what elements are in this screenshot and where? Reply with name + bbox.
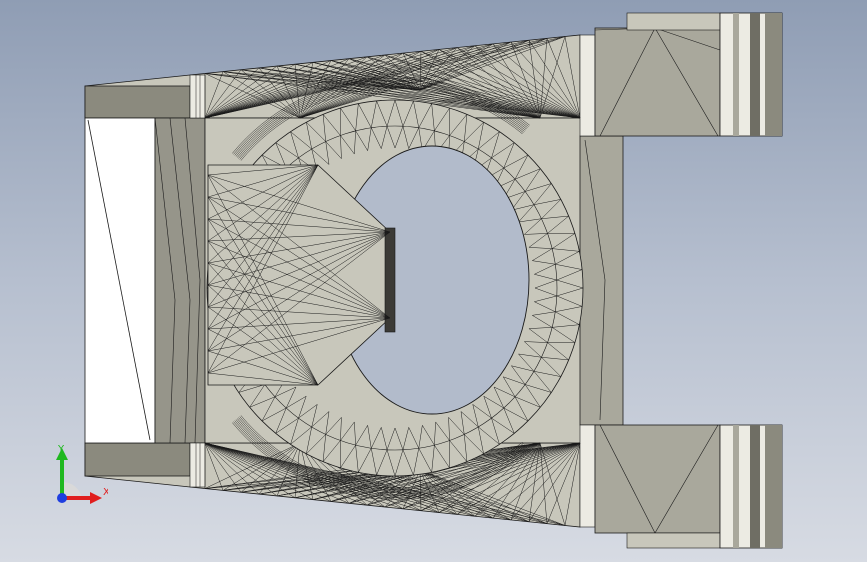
left-end-side xyxy=(154,117,206,444)
cad-viewport[interactable]: Y X xyxy=(0,0,867,562)
top-arm-inner xyxy=(579,34,596,137)
band-strip-bottom xyxy=(189,442,206,488)
bottom-arm-inner xyxy=(579,424,596,528)
axis-triad: Y X xyxy=(56,444,108,504)
left-end-dark-top xyxy=(84,85,191,119)
z-axis-dot xyxy=(57,493,67,503)
left-end-white-face xyxy=(84,117,156,444)
x-arrow-icon xyxy=(90,492,102,504)
bottom-arm-face xyxy=(594,424,721,534)
top-arm-face xyxy=(594,27,721,137)
top-arm-collar xyxy=(626,12,721,31)
x-axis-label: X xyxy=(103,487,108,498)
y-axis-label: Y xyxy=(57,444,65,455)
bottom-arm-collar xyxy=(626,532,721,549)
band-strip-top xyxy=(189,74,206,119)
part-model[interactable] xyxy=(0,0,867,562)
